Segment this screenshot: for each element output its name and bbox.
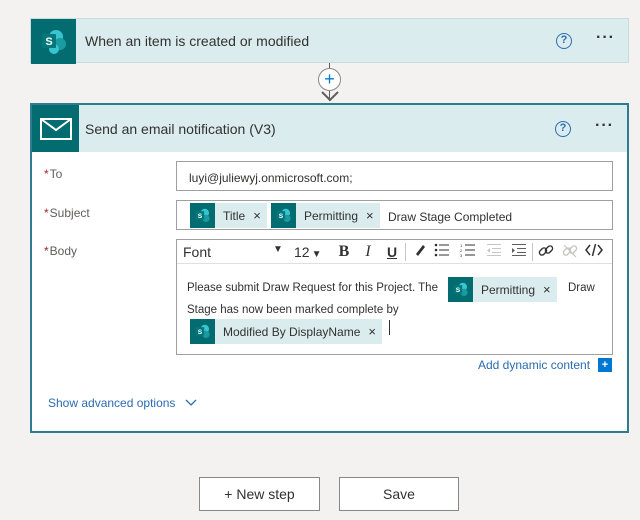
add-dynamic-content-icon[interactable]: +: [598, 358, 612, 372]
mail-icon: [32, 105, 79, 152]
insert-step-button[interactable]: +: [318, 68, 341, 91]
body-editor[interactable]: Font ▼ 12 ▼ B I U 123 Please submit Draw…: [176, 239, 613, 355]
unlink-icon: [561, 243, 579, 261]
link-icon[interactable]: [537, 243, 555, 261]
dynamic-token-modified-by[interactable]: S Modified By DisplayName ×: [190, 319, 382, 344]
svg-text:S: S: [45, 36, 52, 48]
more-options-icon[interactable]: ···: [596, 29, 615, 47]
font-size-select[interactable]: 12 ▼: [294, 244, 321, 260]
subject-text: Draw Stage Completed: [388, 210, 513, 224]
more-options-icon[interactable]: ···: [595, 117, 614, 135]
dynamic-token-permitting[interactable]: S Permitting ×: [271, 203, 380, 228]
code-view-icon[interactable]: [585, 243, 603, 261]
help-icon[interactable]: ?: [556, 33, 572, 49]
svg-text:S: S: [455, 286, 460, 293]
dynamic-token-permitting[interactable]: S Permitting ×: [448, 277, 557, 302]
body-label: *Body: [44, 244, 78, 258]
bulleted-list-icon[interactable]: [433, 243, 451, 261]
show-advanced-options-link[interactable]: Show advanced options: [48, 396, 197, 410]
action-title: Send an email notification (V3): [85, 121, 276, 137]
decrease-indent-icon[interactable]: [485, 243, 503, 261]
remove-token-icon[interactable]: ×: [543, 282, 557, 297]
underline-button[interactable]: U: [383, 243, 401, 261]
highlight-icon[interactable]: [411, 243, 429, 261]
text-cursor: [389, 320, 390, 335]
chevron-down-icon: ▼: [311, 249, 322, 260]
subject-label: *Subject: [44, 206, 90, 220]
sharepoint-icon: S: [271, 203, 296, 228]
trigger-card[interactable]: S When an item is created or modified ? …: [30, 18, 629, 64]
font-select[interactable]: Font ▼: [183, 244, 283, 260]
sharepoint-icon: S: [190, 203, 215, 228]
numbered-list-icon[interactable]: 123: [459, 243, 477, 261]
svg-text:S: S: [197, 328, 202, 335]
svg-text:S: S: [278, 212, 283, 219]
sharepoint-icon: S: [190, 319, 215, 344]
add-dynamic-content-link[interactable]: Add dynamic content: [478, 358, 590, 372]
body-text-draw: Draw: [568, 282, 595, 294]
body-text-line2: Stage has now been marked complete by: [187, 304, 399, 316]
increase-indent-icon[interactable]: [510, 243, 528, 261]
italic-button[interactable]: I: [359, 243, 377, 261]
sharepoint-icon: S: [448, 277, 473, 302]
remove-token-icon[interactable]: ×: [366, 208, 380, 223]
remove-token-icon[interactable]: ×: [368, 324, 382, 339]
arrow-down-icon: [321, 91, 339, 102]
help-icon[interactable]: ?: [555, 121, 571, 137]
svg-text:S: S: [197, 212, 202, 219]
dynamic-token-title[interactable]: S Title ×: [190, 203, 267, 228]
to-field[interactable]: luyi@juliewyj.onmicrosoft.com;: [176, 161, 613, 191]
save-button[interactable]: Save: [339, 477, 459, 511]
body-text-line1: Please submit Draw Request for this Proj…: [187, 282, 438, 294]
trigger-title: When an item is created or modified: [85, 33, 310, 49]
chevron-down-icon: ▼: [273, 244, 283, 255]
bold-button[interactable]: B: [335, 243, 353, 261]
new-step-button[interactable]: + New step: [199, 477, 320, 511]
action-card: Send an email notification (V3) ? ··· *T…: [30, 103, 629, 433]
remove-token-icon[interactable]: ×: [253, 208, 267, 223]
svg-text:3: 3: [460, 253, 463, 257]
action-header[interactable]: Send an email notification (V3) ? ···: [32, 105, 627, 152]
to-value: luyi@juliewyj.onmicrosoft.com;: [189, 171, 353, 185]
sharepoint-icon: S: [31, 19, 76, 64]
subject-field[interactable]: S Title × S Permitting × Draw Stage Comp…: [176, 200, 613, 230]
to-label: *To: [44, 167, 63, 181]
chevron-down-icon: [185, 399, 197, 406]
rich-text-toolbar: Font ▼ 12 ▼ B I U 123: [177, 240, 612, 264]
